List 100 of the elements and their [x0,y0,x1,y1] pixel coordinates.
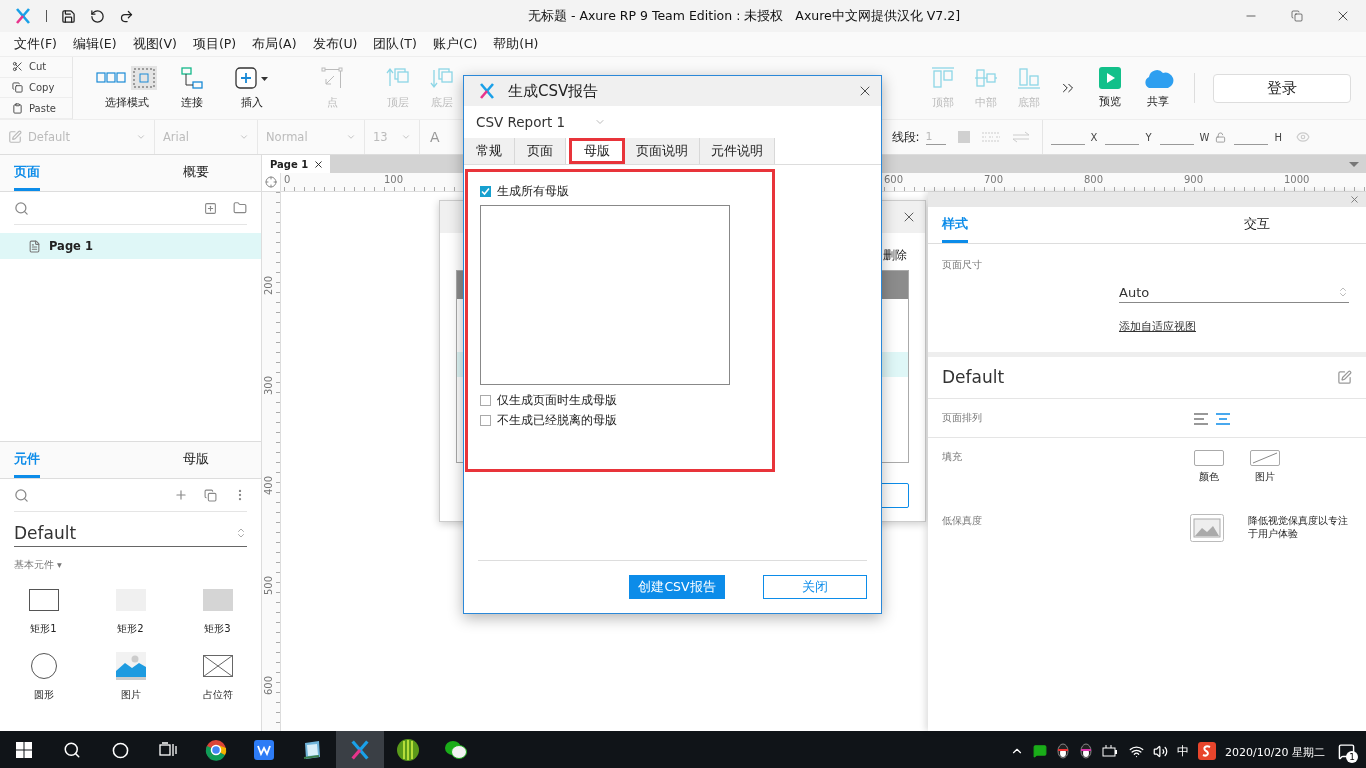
penguin-icon[interactable] [1056,743,1071,759]
chevron-down-icon [401,132,411,142]
notification-button[interactable]: 1 [1334,739,1358,763]
checkbox[interactable]: 不生成已经脱离的母版 [480,410,760,430]
chevron-down-icon [239,132,249,142]
ruler-label: 100 [384,174,404,185]
connector-icon [180,66,204,90]
search-icon[interactable] [14,200,29,216]
redo-icon[interactable] [119,8,134,24]
dialog-tab[interactable]: 常规 [464,138,515,164]
delete-button[interactable]: 删除 [883,247,907,264]
widget-item[interactable]: 图片 [87,652,174,702]
chevron-down-icon [136,132,146,142]
menu-item[interactable]: 帮助(H) [485,32,547,56]
placeholder-icon [202,655,233,677]
dialog-tab[interactable]: 母版 [569,138,625,164]
clipboard-button[interactable]: Copy [0,77,72,99]
checkbox[interactable]: 仅生成页面时生成母版 [480,390,760,410]
fill-swatch-icon [957,131,970,143]
menu-item[interactable]: 视图(V) [124,32,185,56]
adaptive-view-link[interactable]: 添加自适应视图 [1119,319,1196,334]
align-left-icon[interactable] [1194,413,1208,425]
task-view-icon [159,742,177,758]
widget-item[interactable]: 矩形1 [0,586,87,636]
dialog-tab[interactable]: 元件说明 [700,138,775,164]
page-size-dropdown[interactable]: Auto [1119,282,1349,303]
widget-item[interactable]: 占位符 [174,652,261,702]
input-app-icon[interactable] [1198,742,1217,760]
document-tab[interactable]: Page 1 [262,155,330,173]
widget-item[interactable]: 矩形3 [174,586,261,636]
widget-group-label[interactable]: 基本元件 ▾ [14,559,247,572]
style-icon [8,130,22,144]
checkbox[interactable]: 生成所有母版 [480,181,760,201]
toolbar-button[interactable]: 插入 [217,66,287,110]
image-icon [115,652,146,680]
fill-option-button[interactable]: 图片 [1250,450,1280,484]
panel-tab[interactable]: 交互 [1243,216,1270,243]
menu-item[interactable]: 团队(T) [365,32,425,56]
ruler-label: 800 [1084,174,1104,185]
toolbar-button[interactable]: 连接 [167,66,217,110]
fill-option-button[interactable]: 颜色 [1194,450,1224,484]
copy-icon [12,82,23,93]
taskbar-date[interactable]: 2020/10/20 星期二 [1225,745,1325,760]
panel-tab[interactable]: 概要 [182,164,209,191]
dialog-title: 生成CSV报告 [508,81,600,101]
volume-icon[interactable] [1153,743,1169,759]
line-label: 线段: [891,128,920,146]
menu-item[interactable]: 编辑(E) [64,32,125,56]
duplicate-icon[interactable] [204,488,217,502]
windows-icon [16,742,32,758]
library-dropdown[interactable]: Default [14,520,247,547]
edit-style-icon[interactable] [1337,369,1352,385]
wifi-icon[interactable] [1129,743,1145,759]
undo-icon[interactable] [90,8,105,24]
dialog-tab[interactable]: 页面说明 [625,138,700,164]
ruler-label: 1000 [1284,174,1310,185]
insert-icon [235,66,269,90]
widget-item[interactable]: 矩形2 [87,586,174,636]
widget-item[interactable]: 圆形 [0,652,87,702]
lock-icon[interactable] [1215,131,1227,143]
save-icon[interactable] [61,8,76,24]
align-center-icon[interactable] [1216,413,1230,425]
chevron-down-icon [346,132,356,142]
toolbar-button[interactable]: 预览 [1086,67,1134,109]
toolbar-button[interactable]: 共享 [1134,67,1182,109]
send-back-icon [430,66,454,90]
menu-item[interactable]: 发布(U) [304,32,366,56]
input-method-indicator[interactable]: 中 [1177,742,1190,760]
checkbox-box [480,414,491,426]
login-button[interactable]: 登录 [1213,73,1351,103]
panel-tab[interactable]: 母版 [182,451,209,478]
menu-item[interactable]: 账户(C) [424,32,486,56]
penguin-icon[interactable] [1079,743,1094,759]
restore-icon [1291,10,1303,22]
panel-tab[interactable]: 页面 [14,164,40,191]
coordinate-label: W [1199,131,1210,143]
close-dialog-button[interactable]: 关闭 [763,575,867,599]
search-icon [63,741,81,759]
search-icon[interactable] [14,487,29,503]
create-report-button[interactable]: 创建CSV报告 [629,575,725,599]
page-item[interactable]: Page 1 [0,233,261,259]
align-bottom-icon [1016,66,1041,90]
folder-icon[interactable] [233,201,247,215]
menu-item[interactable]: 文件(F) [6,32,65,56]
circle-icon [111,741,129,759]
coordinate-label: H [1274,131,1282,143]
add-icon[interactable] [174,488,188,502]
report-dropdown[interactable]: CSV Report 1 [476,112,606,132]
clipboard-button[interactable]: Cut [0,57,72,78]
panel-tab[interactable]: 样式 [942,216,968,243]
close-icon[interactable] [1349,194,1360,205]
image-icon[interactable] [1190,514,1224,542]
menu-item[interactable]: 项目(P) [184,32,245,56]
menu-item[interactable]: 布局(A) [244,32,305,56]
logo-icon [14,7,32,25]
dialog-tab[interactable]: 页面 [515,138,566,164]
chat-tray-icon[interactable] [1033,744,1048,758]
add-page-icon[interactable] [204,201,217,215]
toolbar-button[interactable]: 选择模式 [87,66,167,110]
close-icon [313,158,324,170]
